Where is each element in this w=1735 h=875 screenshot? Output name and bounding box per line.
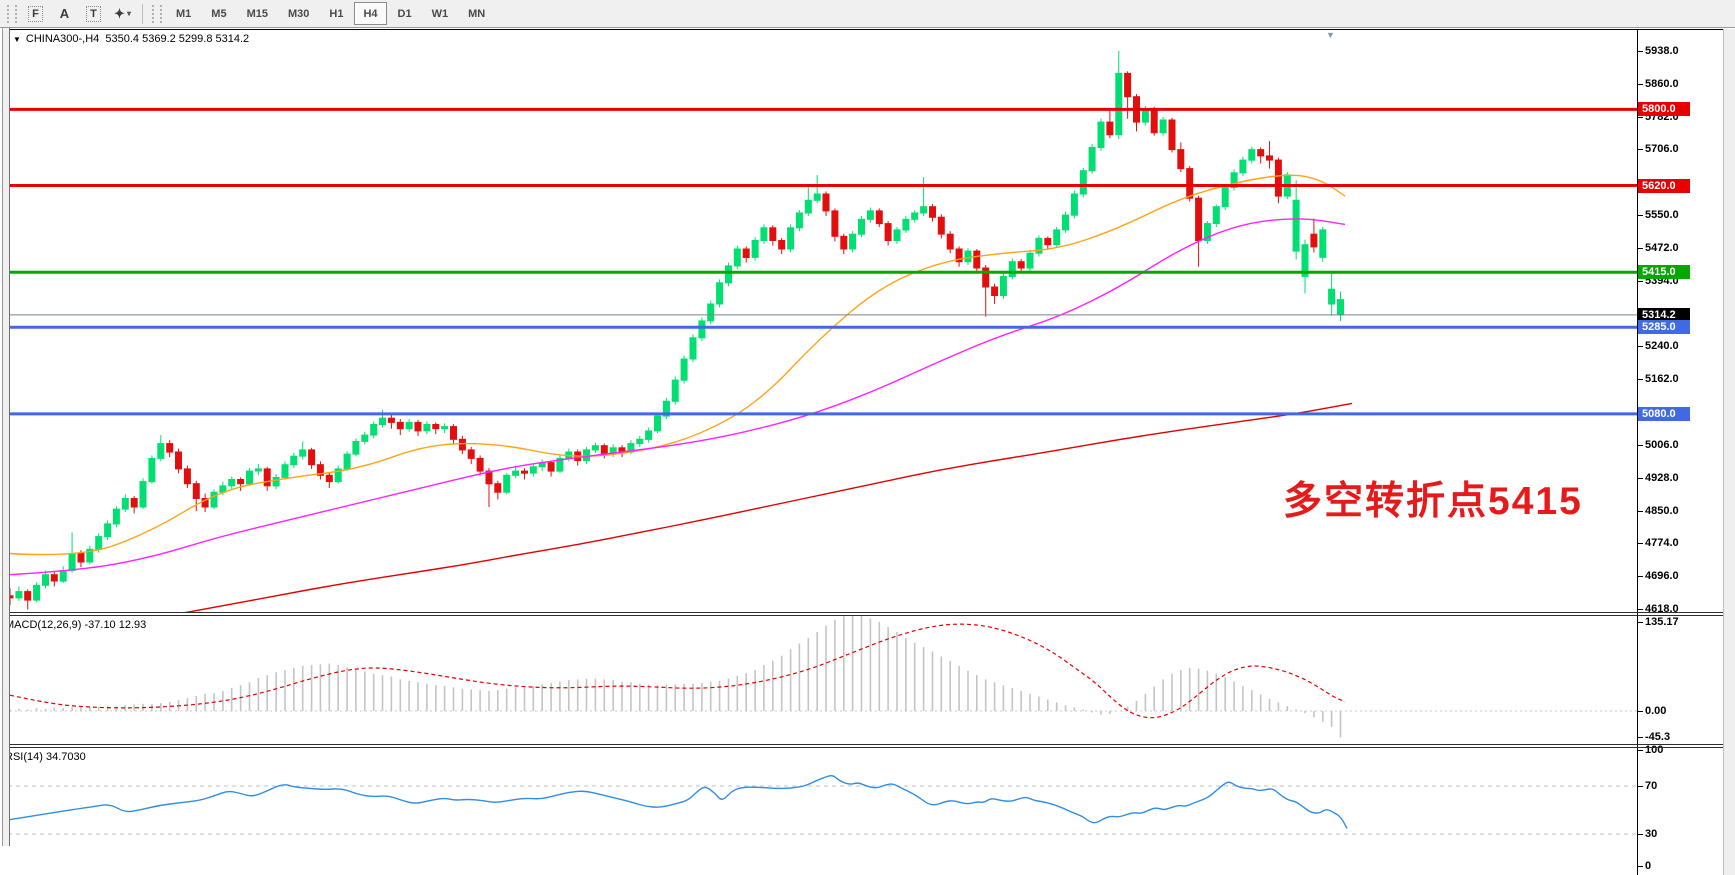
rsi-line bbox=[10, 776, 1347, 829]
timeframe-buttons-group: M1M5M15M30H1H4D1W1MN bbox=[166, 2, 495, 25]
tick-mark bbox=[1638, 445, 1643, 446]
tick-mark bbox=[1638, 149, 1643, 150]
timeframe-button-H1[interactable]: H1 bbox=[320, 2, 352, 25]
price-tick-4928.0: 4928.0 bbox=[1645, 472, 1679, 485]
timeframe-button-MN[interactable]: MN bbox=[459, 2, 494, 25]
tick-mark bbox=[1638, 750, 1643, 751]
ma-slow-red[interactable] bbox=[150, 403, 1352, 612]
chart-grid-tool-icon[interactable]: F bbox=[22, 2, 49, 26]
price-tick-5240.0: 5240.0 bbox=[1645, 340, 1679, 353]
text-box-tool-icon[interactable]: T bbox=[80, 2, 107, 26]
tick-mark bbox=[1638, 711, 1643, 712]
price-tick-5706.0: 5706.0 bbox=[1645, 143, 1679, 156]
rsi-tick-30: 30 bbox=[1645, 828, 1657, 841]
price-tag-5800.0: 5800.0 bbox=[1638, 102, 1690, 116]
rsi-panel-chart[interactable] bbox=[0, 748, 1637, 875]
price-tag-5285.0: 5285.0 bbox=[1638, 320, 1690, 334]
tick-mark bbox=[1638, 51, 1643, 52]
tick-mark bbox=[1638, 786, 1643, 787]
price-tick-4696.0: 4696.0 bbox=[1645, 570, 1679, 583]
tick-mark bbox=[1638, 511, 1643, 512]
tick-mark bbox=[1638, 248, 1643, 249]
window-right-strip[interactable] bbox=[1723, 29, 1735, 875]
timeframe-button-M5[interactable]: M5 bbox=[202, 2, 235, 25]
tick-mark bbox=[1638, 866, 1643, 867]
price-tick-5860.0: 5860.0 bbox=[1645, 78, 1679, 91]
price-tick-5472.0: 5472.0 bbox=[1645, 242, 1679, 255]
timeframe-button-M15[interactable]: M15 bbox=[238, 2, 277, 25]
rsi-tick-70: 70 bbox=[1645, 780, 1657, 793]
tick-mark bbox=[1638, 346, 1643, 347]
macd-indicator-label: MACD(12,26,9) -37.10 12.93 bbox=[5, 619, 146, 631]
rsi-indicator-label: RSI(14) 34.7030 bbox=[5, 751, 86, 763]
price-tag-5415.0: 5415.0 bbox=[1638, 265, 1690, 279]
window-left-frame bbox=[0, 0, 10, 846]
price-tick-5162.0: 5162.0 bbox=[1645, 373, 1679, 386]
timeframe-button-M30[interactable]: M30 bbox=[279, 2, 318, 25]
chart-annotation-text[interactable]: 多空转折点5415 bbox=[1283, 470, 1583, 526]
panel-separator-2b[interactable] bbox=[1, 747, 1723, 748]
toolbar-separator bbox=[142, 4, 143, 24]
timeframe-button-H4[interactable]: H4 bbox=[354, 2, 386, 25]
price-tick-4850.0: 4850.0 bbox=[1645, 505, 1679, 518]
tick-mark bbox=[1638, 737, 1643, 738]
moving-averages-layer bbox=[10, 175, 1352, 612]
chart-title: ▼ CHINA300-,H4 5350.4 5369.2 5299.8 5314.… bbox=[13, 33, 249, 45]
price-tick-5006.0: 5006.0 bbox=[1645, 439, 1679, 452]
panel-separator-1a[interactable] bbox=[1, 612, 1723, 613]
timeframe-button-M1[interactable]: M1 bbox=[167, 2, 200, 25]
macd-tick-135.17: 135.17 bbox=[1645, 616, 1679, 629]
rsi-tick-0: 0 bbox=[1645, 860, 1651, 873]
macd-panel-chart[interactable] bbox=[0, 616, 1637, 744]
tick-mark bbox=[1638, 117, 1643, 118]
drawing-tools-group: FAT✦▾ bbox=[21, 2, 137, 26]
macd-tick-0.00: 0.00 bbox=[1645, 705, 1666, 718]
tick-mark bbox=[1638, 379, 1643, 380]
tick-mark bbox=[1638, 478, 1643, 479]
price-tick-5550.0: 5550.0 bbox=[1645, 209, 1679, 222]
tick-mark bbox=[1638, 543, 1643, 544]
chart-shift-marker-icon[interactable]: ▼ bbox=[1326, 30, 1335, 40]
tick-mark bbox=[1638, 622, 1643, 623]
toolbar: FAT✦▾ M1M5M15M30H1H4D1W1MN bbox=[0, 0, 1735, 28]
dropdown-caret-icon[interactable]: ▾ bbox=[127, 9, 131, 18]
timeframe-button-W1[interactable]: W1 bbox=[423, 2, 458, 25]
tick-mark bbox=[1638, 215, 1643, 216]
plot-top-border bbox=[9, 29, 1723, 30]
macd-tick--45.3: -45.3 bbox=[1645, 731, 1670, 744]
ma-fast-orange[interactable] bbox=[10, 175, 1345, 554]
rsi-value: 34.7030 bbox=[46, 751, 86, 763]
toolbar-grip[interactable] bbox=[7, 5, 17, 23]
timeframe-button-D1[interactable]: D1 bbox=[389, 2, 421, 25]
price-axis-line bbox=[1637, 29, 1638, 875]
horizontal-levels-layer bbox=[0, 109, 1637, 414]
price-tick-4774.0: 4774.0 bbox=[1645, 537, 1679, 550]
price-tag-5620.0: 5620.0 bbox=[1638, 179, 1690, 193]
drawing-arrows-tool-icon[interactable]: ✦▾ bbox=[109, 2, 136, 26]
chart-collapse-icon[interactable]: ▼ bbox=[13, 35, 21, 44]
macd-histogram bbox=[10, 616, 1341, 738]
tick-mark bbox=[1638, 834, 1643, 835]
chart-symbol-label: CHINA300-,H4 bbox=[26, 33, 99, 45]
tick-mark bbox=[1638, 609, 1643, 610]
tick-mark bbox=[1638, 281, 1643, 282]
price-tick-5938.0: 5938.0 bbox=[1645, 45, 1679, 58]
text-label-tool-icon[interactable]: A bbox=[51, 2, 78, 26]
tick-mark bbox=[1638, 576, 1643, 577]
chart-ohlc-values: 5350.4 5369.2 5299.8 5314.2 bbox=[105, 33, 249, 45]
rsi-tick-100: 100 bbox=[1645, 744, 1663, 757]
tick-mark bbox=[1638, 84, 1643, 85]
macd-values: -37.10 12.93 bbox=[84, 619, 146, 631]
price-tag-5080.0: 5080.0 bbox=[1638, 407, 1690, 421]
panel-separator-2a[interactable] bbox=[1, 744, 1723, 745]
panel-separator-1b[interactable] bbox=[1, 615, 1723, 616]
trading-platform-window: { "toolbar": { "tools": [ {"name": "char… bbox=[0, 0, 1735, 875]
toolbar-grip-2[interactable] bbox=[152, 5, 162, 23]
